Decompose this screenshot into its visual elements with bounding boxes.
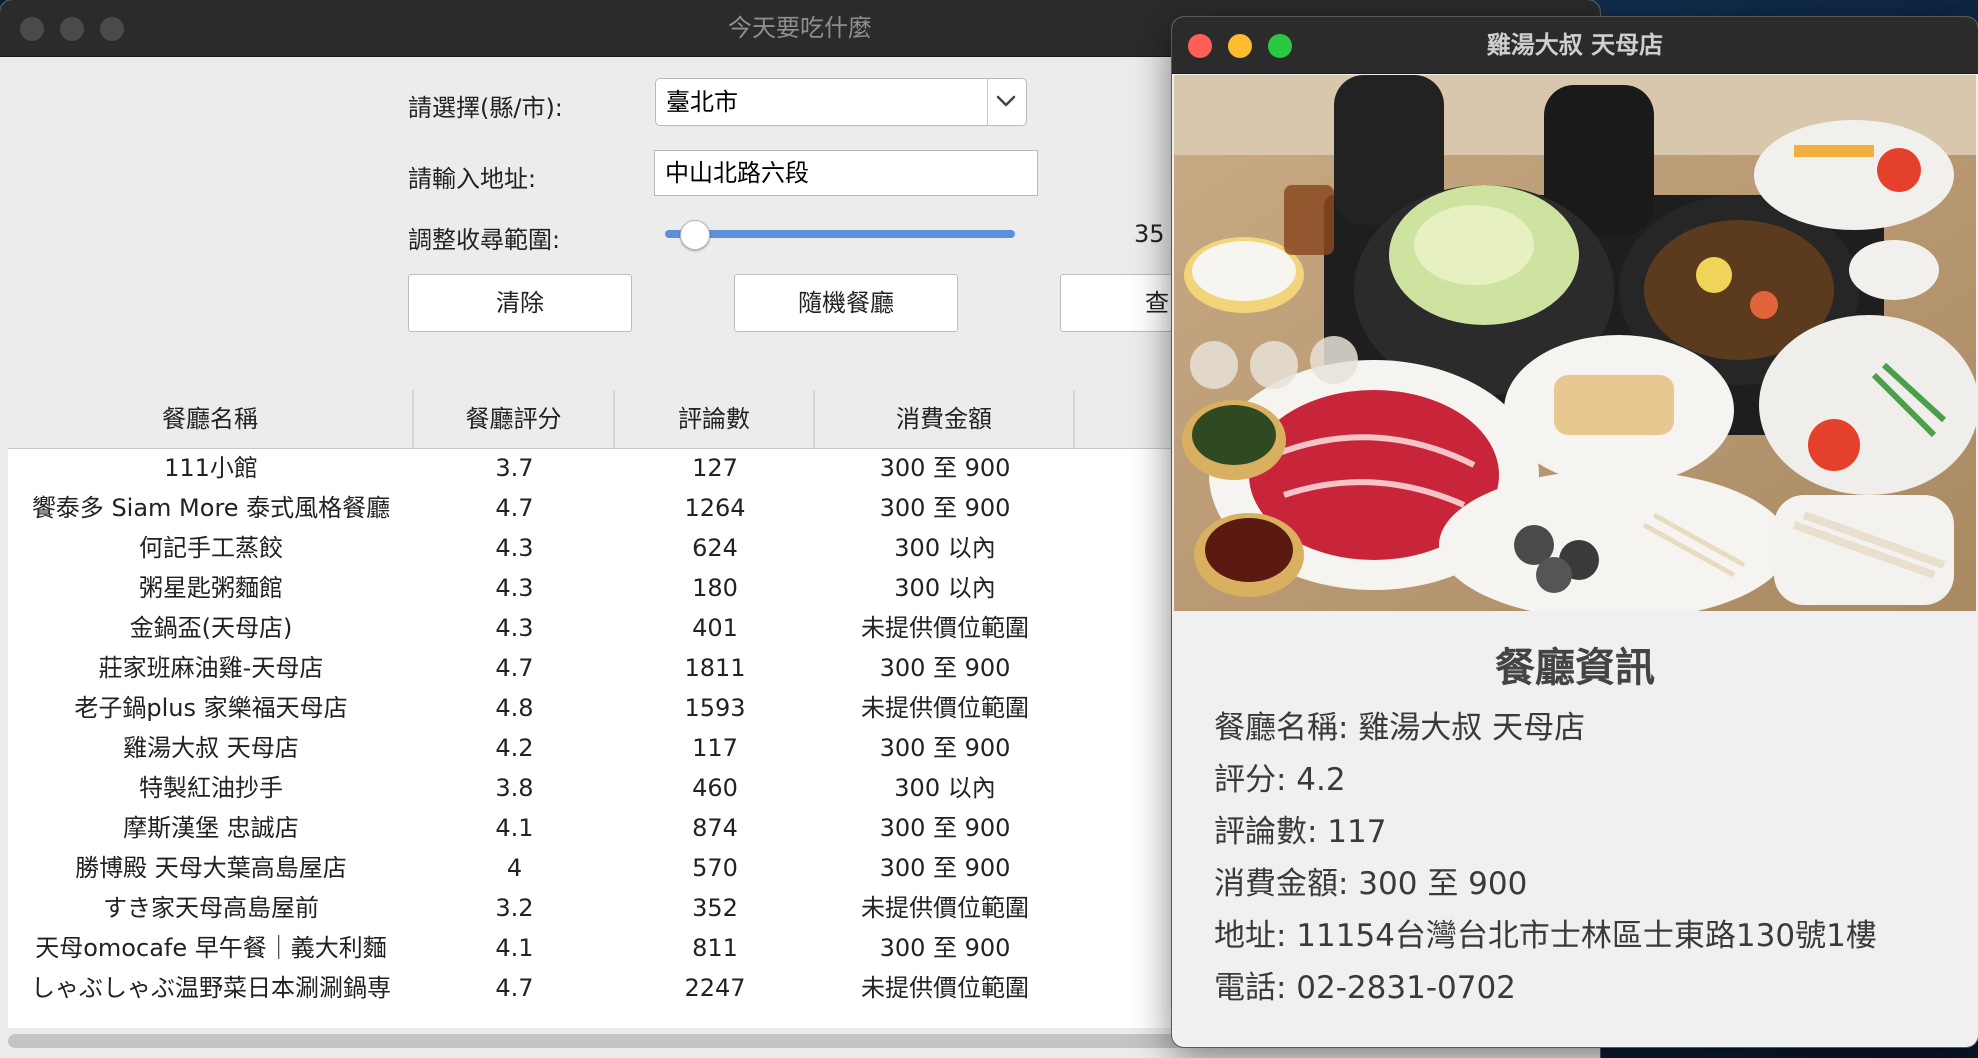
chevron-down-icon <box>996 95 1016 107</box>
restaurant-photo <box>1174 75 1976 611</box>
county-label: 請選擇(縣/市): <box>408 94 563 122</box>
cell-reviews <box>615 1008 815 1028</box>
cell-reviews: 2247 <box>684 974 746 1002</box>
detail-window: 雞湯大叔 天母店 餐廳資訊 餐廳名稱: 雞湯大叔 天母店 評分: 4.2 評論數… <box>1172 17 1978 1047</box>
cell-reviews: 117 <box>692 734 738 762</box>
cell-rating: 3.8 <box>495 774 534 802</box>
cell-name: 金鍋盃(天母店) <box>129 614 293 642</box>
cell-name: 勝博殿 天母大葉高島屋店 <box>75 854 347 882</box>
cell-price: 300 以內 <box>894 574 996 602</box>
cell-reviews: 460 <box>692 774 738 802</box>
cell-name: 老子鍋plus 家樂福天母店 <box>74 694 348 722</box>
cell-price: 300 以內 <box>894 774 996 802</box>
header-price[interactable]: 消費金額 <box>815 390 1075 448</box>
clear-button[interactable]: 清除 <box>408 274 632 332</box>
cell-rating: 4.3 <box>495 614 534 642</box>
cell-price: 300 至 900 <box>879 494 1011 522</box>
cell-rating: 3.2 <box>495 894 534 922</box>
cell-name: 天母omocafe 早午餐｜義大利麵 <box>35 934 387 962</box>
cell-rating: 4.3 <box>495 534 534 562</box>
cell-price: 未提供價位範圍 <box>861 894 1029 922</box>
range-label: 調整收尋範圍: <box>408 226 561 254</box>
detail-window-title: 雞湯大叔 天母店 <box>1486 31 1664 59</box>
cell-reviews: 401 <box>692 614 738 642</box>
cell-name: 特製紅油抄手 <box>139 774 283 802</box>
cell-price: 未提供價位範圍 <box>861 694 1029 722</box>
info-reviews: 評論數: 117 <box>1214 814 1387 850</box>
cell-reviews: 624 <box>692 534 738 562</box>
cell-reviews: 1593 <box>684 694 746 722</box>
info-rating: 評分: 4.2 <box>1214 762 1346 798</box>
cell-name: 莊家班麻油雞-天母店 <box>98 654 324 682</box>
range-slider-thumb[interactable] <box>680 220 710 250</box>
info-title: 餐廳資訊 <box>1495 645 1655 691</box>
header-rating[interactable]: 餐廳評分 <box>414 390 615 448</box>
cell-reviews: 570 <box>692 854 738 882</box>
cell-reviews: 1811 <box>684 654 746 682</box>
cell-price: 未提供價位範圍 <box>861 974 1029 1002</box>
cell-reviews: 352 <box>692 894 738 922</box>
cell-price: 300 至 900 <box>879 814 1011 842</box>
cell-name: 摩斯漢堡 忠誠店 <box>123 814 299 842</box>
random-restaurant-button[interactable]: 隨機餐廳 <box>734 274 958 332</box>
cell-rating: 4.7 <box>495 974 534 1002</box>
select-divider <box>987 79 988 125</box>
cell-price: 300 至 900 <box>879 654 1011 682</box>
cell-name: しゃぶしゃぶ温野菜日本涮涮鍋専 <box>31 974 391 1002</box>
info-address: 地址: 11154台灣台北市士林區士東路130號1樓 <box>1214 918 1877 954</box>
address-input[interactable]: 中山北路六段 <box>654 150 1038 196</box>
header-reviews[interactable]: 評論數 <box>615 390 815 448</box>
range-slider-track[interactable] <box>665 230 1015 238</box>
cell-rating <box>414 1008 615 1028</box>
cell-price: 300 以內 <box>894 534 996 562</box>
cell-price: 300 至 900 <box>879 934 1011 962</box>
range-value: 35 <box>1134 220 1165 248</box>
cell-name: 饗泰多 Siam More 泰式風格餐廳 <box>31 494 391 522</box>
cell-rating: 4.1 <box>495 814 534 842</box>
cell-reviews: 180 <box>692 574 738 602</box>
cell-name <box>8 1008 414 1028</box>
cell-name: 何記手工蒸餃 <box>139 534 283 562</box>
cell-reviews: 127 <box>692 454 738 482</box>
cell-reviews: 1264 <box>684 494 746 522</box>
cell-rating: 3.7 <box>495 454 534 482</box>
cell-name: 111小館 <box>164 454 258 482</box>
cell-rating: 4.2 <box>495 734 534 762</box>
cell-reviews: 811 <box>692 934 738 962</box>
cell-rating: 4.7 <box>495 654 534 682</box>
info-phone: 電話: 02-2831-0702 <box>1214 970 1516 1006</box>
county-select[interactable]: 臺北市 <box>655 78 1027 126</box>
info-name: 餐廳名稱: 雞湯大叔 天母店 <box>1214 710 1586 746</box>
info-price: 消費金額: 300 至 900 <box>1214 866 1528 902</box>
cell-rating: 4.3 <box>495 574 534 602</box>
cell-price: 未提供價位範圍 <box>861 614 1029 642</box>
header-name[interactable]: 餐廳名稱 <box>8 390 414 448</box>
address-label: 請輸入地址: <box>408 165 537 193</box>
cell-price <box>815 1008 1075 1028</box>
food-photo-illustration <box>1174 75 1976 611</box>
cell-price: 300 至 900 <box>879 734 1011 762</box>
cell-price: 300 至 900 <box>879 454 1011 482</box>
cell-rating: 4 <box>506 854 523 882</box>
county-value: 臺北市 <box>666 88 738 116</box>
cell-rating: 4.7 <box>495 494 534 522</box>
cell-price: 300 至 900 <box>879 854 1011 882</box>
cell-rating: 4.1 <box>495 934 534 962</box>
cell-name: 雞湯大叔 天母店 <box>123 734 299 762</box>
cell-name: すき家天母高島屋前 <box>103 894 319 922</box>
cell-reviews: 874 <box>692 814 738 842</box>
detail-titlebar[interactable]: 雞湯大叔 天母店 <box>1172 17 1978 74</box>
cell-name: 粥星匙粥麵館 <box>139 574 283 602</box>
cell-rating: 4.8 <box>495 694 534 722</box>
